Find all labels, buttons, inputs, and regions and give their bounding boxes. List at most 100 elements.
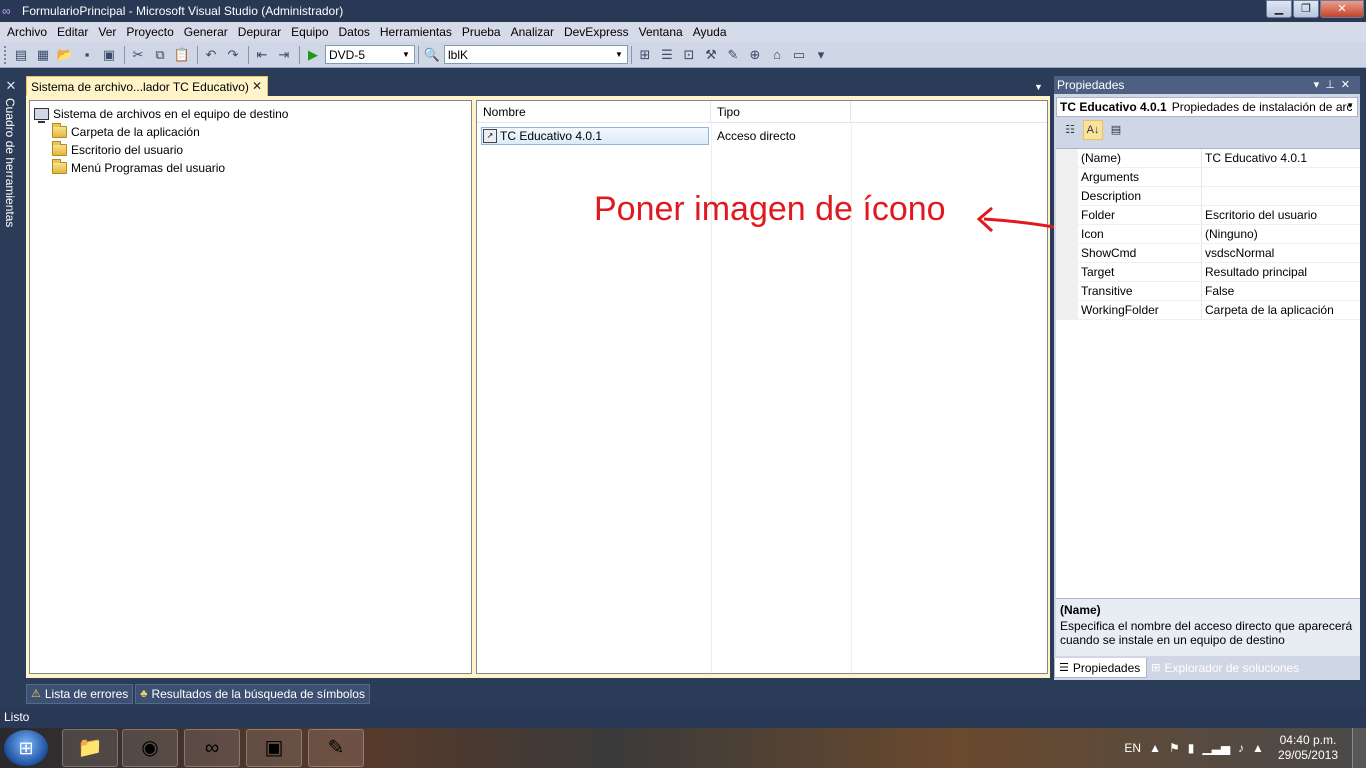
object-browser-icon[interactable]: ⊡ bbox=[679, 45, 699, 65]
menu-generar[interactable]: Generar bbox=[179, 22, 233, 42]
find-in-files-icon[interactable]: 🔍 bbox=[422, 45, 442, 65]
property-row-icon[interactable]: Icon (Ninguno) bbox=[1056, 225, 1360, 244]
alphabetical-icon[interactable]: A↓ bbox=[1083, 120, 1103, 140]
action-center-icon[interactable]: ⚑ bbox=[1169, 741, 1180, 755]
property-pages-icon[interactable]: ▤ bbox=[1106, 120, 1126, 140]
menu-prueba[interactable]: Prueba bbox=[457, 22, 506, 42]
tools-icon[interactable]: ✎ bbox=[723, 45, 743, 65]
navigate-forward-icon[interactable]: ⇥ bbox=[274, 45, 294, 65]
menu-devexpress[interactable]: DevExpress bbox=[559, 22, 634, 42]
property-value[interactable]: False bbox=[1202, 282, 1360, 300]
menu-ver[interactable]: Ver bbox=[93, 22, 121, 42]
menu-depurar[interactable]: Depurar bbox=[233, 22, 286, 42]
pin-icon[interactable]: ⊥ bbox=[1325, 79, 1341, 91]
menu-ventana[interactable]: Ventana bbox=[634, 22, 688, 42]
list-item[interactable]: ↗ TC Educativo 4.0.1 Acceso directo bbox=[481, 127, 796, 145]
start-page-icon[interactable]: ⌂ bbox=[767, 45, 787, 65]
cut-icon[interactable]: ✂ bbox=[128, 45, 148, 65]
extension-manager-icon[interactable]: ⊕ bbox=[745, 45, 765, 65]
close-panel-icon[interactable]: ✕ bbox=[1341, 79, 1356, 91]
menu-datos[interactable]: Datos bbox=[334, 22, 375, 42]
maximize-button[interactable]: ❐ bbox=[1293, 0, 1319, 18]
tree-item-programs-menu[interactable]: Menú Programas del usuario bbox=[52, 159, 225, 177]
tab-error-list[interactable]: ⚠ Lista de errores bbox=[26, 684, 134, 704]
save-icon[interactable]: ▪ bbox=[77, 45, 97, 65]
property-value[interactable]: vsdscNormal bbox=[1202, 244, 1360, 262]
menu-herramientas[interactable]: Herramientas bbox=[375, 22, 457, 42]
show-desktop-button[interactable] bbox=[1352, 728, 1366, 768]
start-debugging-icon[interactable]: ▶ bbox=[303, 45, 323, 65]
copy-icon[interactable]: ⧉ bbox=[150, 45, 170, 65]
visual-studio-taskbar-icon[interactable]: ∞ bbox=[184, 729, 240, 767]
drive-icon[interactable]: ▲ bbox=[1252, 741, 1264, 755]
property-row[interactable]: ShowCmd vsdscNormal bbox=[1056, 244, 1360, 263]
chrome-taskbar-icon[interactable]: ◉ bbox=[122, 729, 178, 767]
tab-symbol-search[interactable]: ♣ Resultados de la búsqueda de símbolos bbox=[135, 684, 370, 704]
save-all-icon[interactable]: ▣ bbox=[99, 45, 119, 65]
open-file-icon[interactable]: 📂 bbox=[55, 45, 75, 65]
undo-icon[interactable]: ↶ bbox=[201, 45, 221, 65]
volume-icon[interactable]: ♪ bbox=[1238, 741, 1244, 755]
show-hidden-icons-icon[interactable]: ▲ bbox=[1149, 741, 1161, 755]
property-row[interactable]: (Name) TC Educativo 4.0.1 bbox=[1056, 149, 1360, 168]
column-header-nombre[interactable]: Nombre bbox=[477, 101, 711, 123]
command-window-icon[interactable]: ▭ bbox=[789, 45, 809, 65]
property-value[interactable]: Resultado principal bbox=[1202, 263, 1360, 281]
menu-editar[interactable]: Editar bbox=[52, 22, 93, 42]
property-value[interactable]: Carpeta de la aplicación bbox=[1202, 301, 1360, 319]
menu-proyecto[interactable]: Proyecto bbox=[121, 22, 178, 42]
menu-ayuda[interactable]: Ayuda bbox=[688, 22, 732, 42]
property-value[interactable]: Escritorio del usuario bbox=[1202, 206, 1360, 224]
property-row[interactable]: WorkingFolder Carpeta de la aplicación bbox=[1056, 301, 1360, 320]
property-row[interactable]: Folder Escritorio del usuario bbox=[1056, 206, 1360, 225]
toolbox-rail[interactable]: ✕ Cuadro de herramientas bbox=[0, 76, 22, 680]
start-button[interactable]: ⊞ bbox=[4, 730, 48, 766]
property-row[interactable]: Target Resultado principal bbox=[1056, 263, 1360, 282]
property-value[interactable] bbox=[1202, 168, 1360, 186]
close-button[interactable]: ✕ bbox=[1320, 0, 1364, 18]
menu-equipo[interactable]: Equipo bbox=[286, 22, 333, 42]
paint-taskbar-icon[interactable]: ✎ bbox=[308, 729, 364, 767]
column-header-tipo[interactable]: Tipo bbox=[711, 101, 851, 123]
tree-item-user-desktop[interactable]: Escritorio del usuario bbox=[52, 141, 183, 159]
solution-explorer-icon[interactable]: ⊞ bbox=[635, 45, 655, 65]
categorized-icon[interactable]: ☷ bbox=[1060, 120, 1080, 140]
new-project-icon[interactable]: ▤ bbox=[11, 45, 31, 65]
solution-configuration-combo[interactable]: DVD-5 ▼ bbox=[325, 45, 415, 64]
property-row[interactable]: Transitive False bbox=[1056, 282, 1360, 301]
toolbox-label[interactable]: Cuadro de herramientas bbox=[3, 98, 17, 227]
property-row[interactable]: Arguments bbox=[1056, 168, 1360, 187]
toolbox-icon[interactable]: ⚒ bbox=[701, 45, 721, 65]
add-item-icon[interactable]: ▦ bbox=[33, 45, 53, 65]
image-viewer-taskbar-icon[interactable]: ▣ bbox=[246, 729, 302, 767]
list-item-name-cell[interactable]: ↗ TC Educativo 4.0.1 bbox=[481, 127, 709, 145]
tab-solution-explorer[interactable]: ⊞ Explorador de soluciones bbox=[1147, 658, 1305, 678]
properties-window-icon[interactable]: ☰ bbox=[657, 45, 677, 65]
tree-item-root[interactable]: Sistema de archivos en el equipo de dest… bbox=[34, 105, 288, 123]
tree-item-app-folder[interactable]: Carpeta de la aplicación bbox=[52, 123, 200, 141]
network-icon[interactable]: ▁▃▅ bbox=[1202, 741, 1230, 755]
minimize-button[interactable]: ▁ bbox=[1266, 0, 1292, 18]
property-value[interactable]: TC Educativo 4.0.1 bbox=[1202, 149, 1360, 167]
toolbar-options-icon[interactable]: ▾ bbox=[811, 45, 831, 65]
language-indicator[interactable]: EN bbox=[1124, 741, 1141, 755]
clock[interactable]: 04:40 p.m. 29/05/2013 bbox=[1278, 733, 1338, 763]
close-tab-icon[interactable]: ✕ bbox=[252, 79, 262, 93]
property-value[interactable] bbox=[1202, 187, 1360, 205]
window-position-icon[interactable]: ▾ bbox=[1314, 79, 1326, 91]
explorer-taskbar-icon[interactable]: 📁 bbox=[62, 729, 118, 767]
property-value[interactable]: (Ninguno) bbox=[1202, 225, 1360, 243]
paste-icon[interactable]: 📋 bbox=[172, 45, 192, 65]
power-icon[interactable]: ▮ bbox=[1188, 741, 1195, 755]
navigate-backward-icon[interactable]: ⇤ bbox=[252, 45, 272, 65]
property-row[interactable]: Description bbox=[1056, 187, 1360, 206]
toolbar-grip[interactable] bbox=[4, 45, 7, 64]
properties-object-selector[interactable]: TC Educativo 4.0.1 Propiedades de instal… bbox=[1056, 97, 1358, 117]
document-tab-file-system[interactable]: Sistema de archivo...lador TC Educativo)… bbox=[26, 76, 268, 96]
find-combo[interactable]: lblK ▼ bbox=[444, 45, 628, 64]
menu-archivo[interactable]: Archivo bbox=[2, 22, 52, 42]
redo-icon[interactable]: ↷ bbox=[223, 45, 243, 65]
tab-properties[interactable]: ☰ Propiedades bbox=[1054, 658, 1148, 678]
document-list-chevron-icon[interactable]: ▼ bbox=[1034, 82, 1043, 92]
menu-analizar[interactable]: Analizar bbox=[506, 22, 559, 42]
